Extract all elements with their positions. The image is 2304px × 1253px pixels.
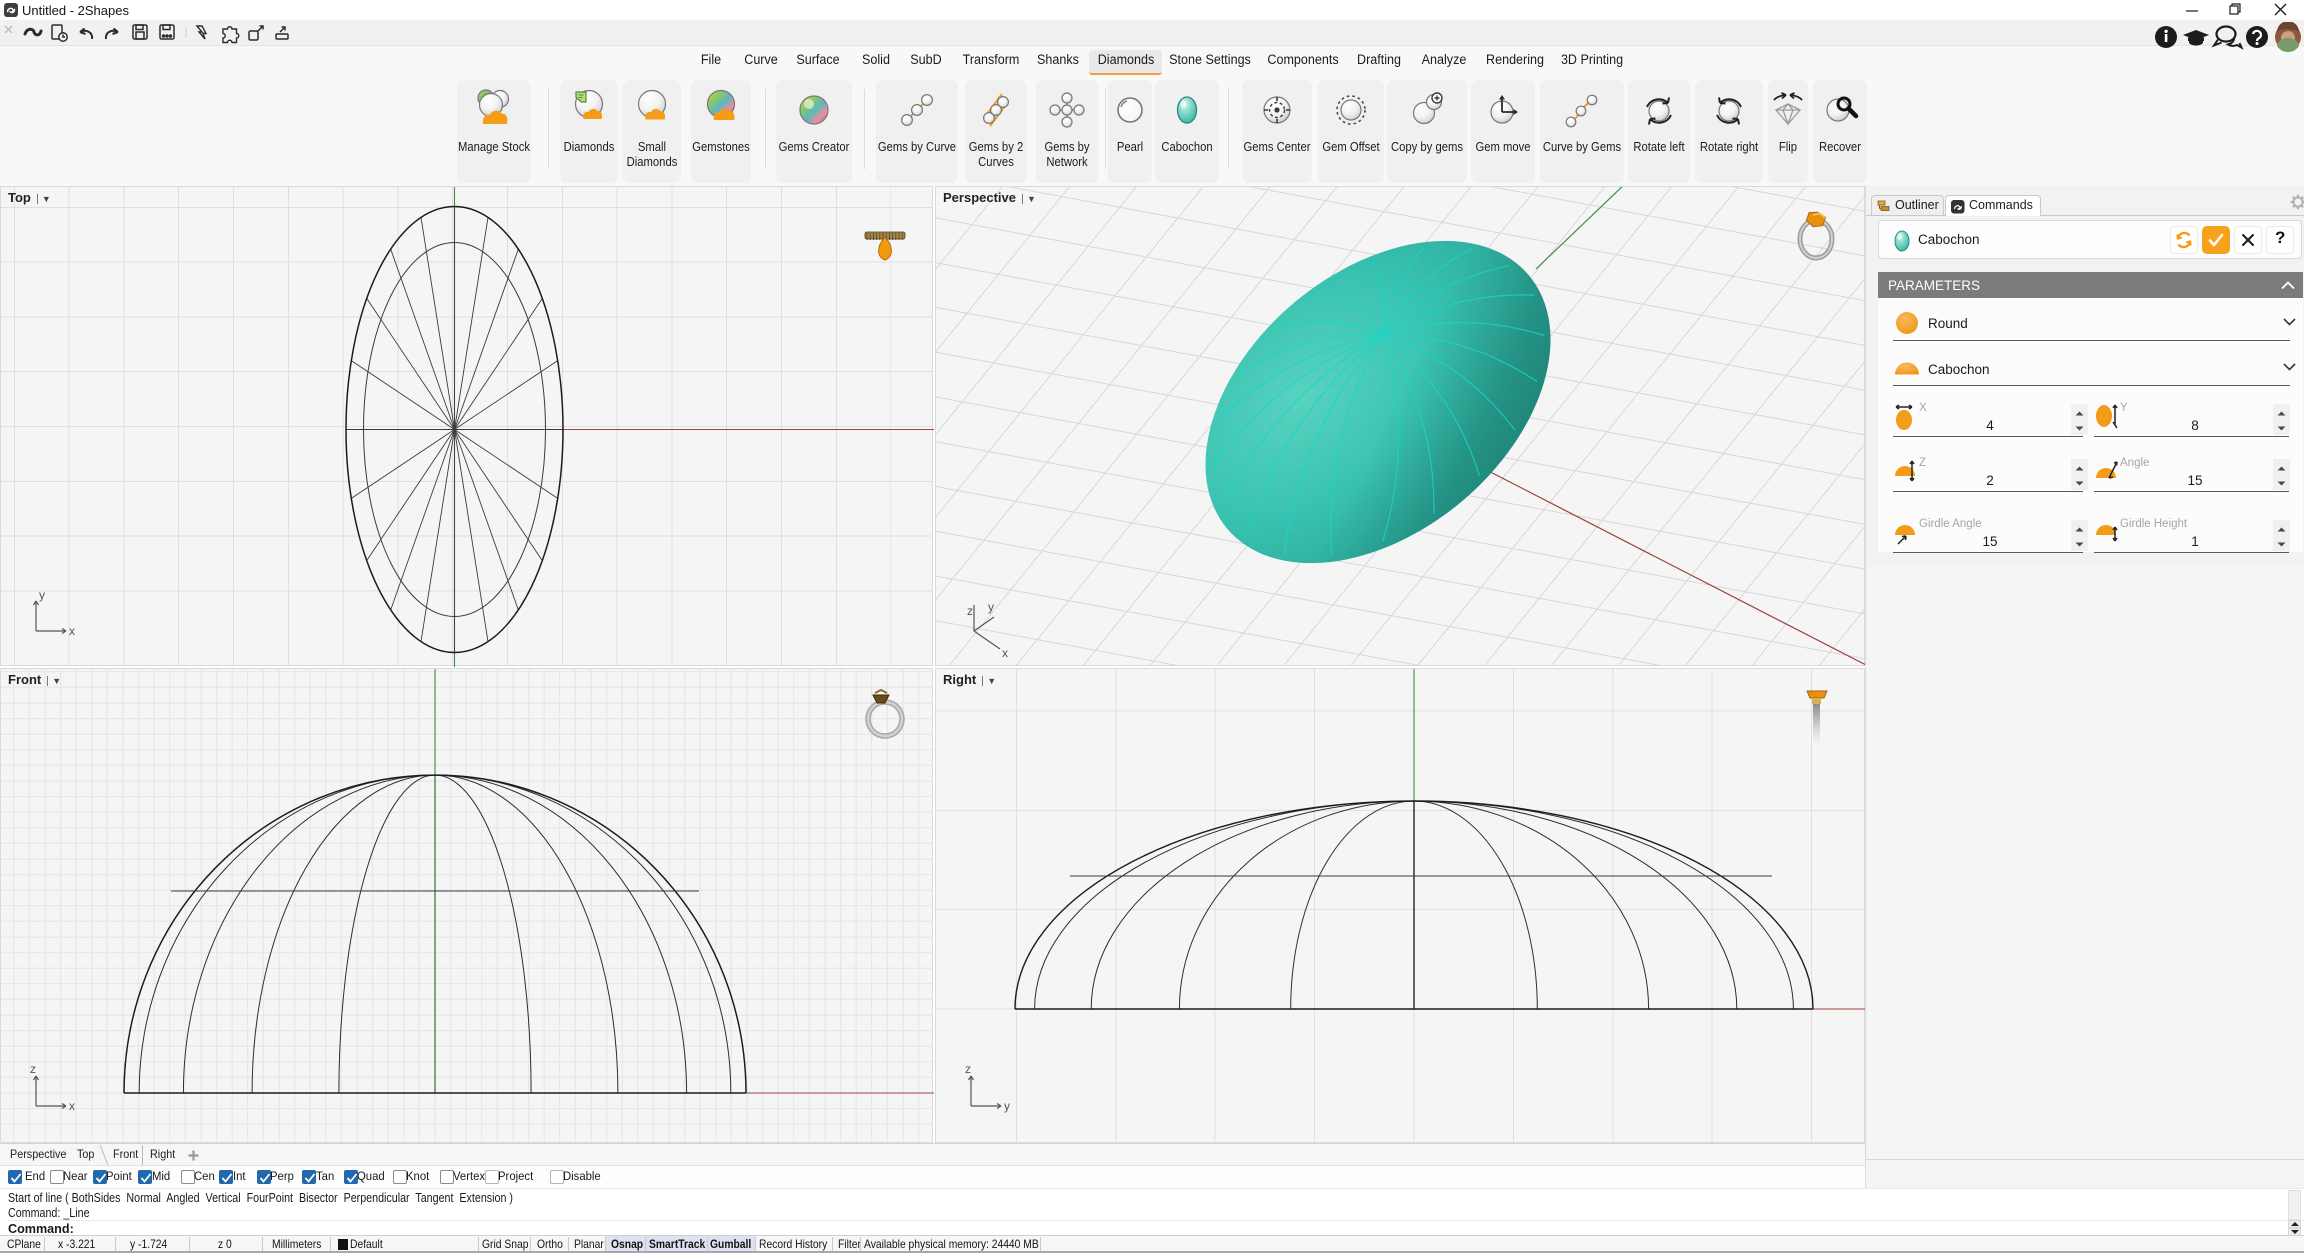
svg-text:z: z [967,604,973,618]
svg-text:x: x [1002,646,1008,660]
svg-text:y: y [1004,1099,1010,1113]
svg-text:z: z [965,1062,971,1076]
svg-text:x: x [69,1099,75,1113]
svg-text:y: y [39,588,45,602]
svg-text:x: x [69,624,75,638]
svg-text:z: z [30,1062,36,1076]
svg-text:y: y [988,600,994,614]
